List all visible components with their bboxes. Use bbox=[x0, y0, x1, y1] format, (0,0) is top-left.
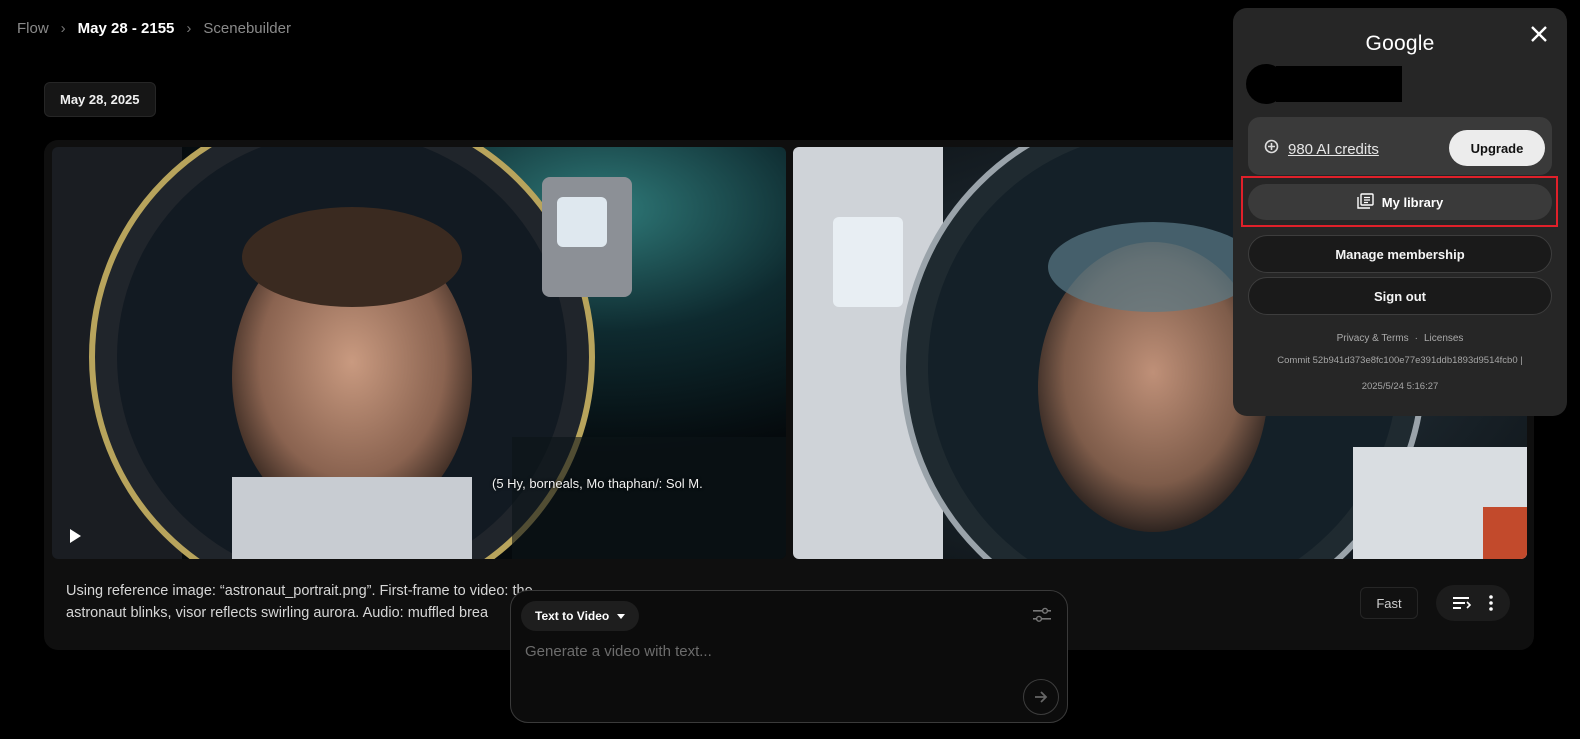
play-icon[interactable] bbox=[70, 529, 81, 543]
credits-row: 980 AI credits Upgrade bbox=[1248, 117, 1552, 175]
breadcrumb: Flow › May 28 - 2155 › Scenebuilder bbox=[17, 20, 291, 37]
mode-label: Text to Video bbox=[535, 609, 610, 623]
date-chip: May 28, 2025 bbox=[44, 82, 156, 117]
breadcrumb-flow[interactable]: Flow bbox=[17, 20, 49, 37]
credits-icon bbox=[1264, 139, 1279, 159]
more-vert-icon[interactable] bbox=[1488, 595, 1494, 611]
chevron-right-icon: › bbox=[186, 20, 192, 37]
account-avatar-redacted bbox=[1246, 64, 1402, 104]
tune-icon[interactable] bbox=[1033, 607, 1051, 628]
commit-hash: Commit 52b941d373e8fc100e77e391ddb1893d9… bbox=[1277, 355, 1523, 366]
chevron-right-icon: › bbox=[60, 20, 66, 37]
separator-dot: · bbox=[1414, 333, 1418, 344]
prompt-composer: Text to Video bbox=[510, 590, 1068, 723]
prompt-text: Using reference image: “astronaut_portra… bbox=[66, 583, 533, 621]
send-button[interactable] bbox=[1023, 679, 1059, 715]
privacy-terms-link[interactable]: Privacy & Terms bbox=[1337, 333, 1409, 344]
highlight-annotation bbox=[1241, 176, 1558, 227]
ai-credits-link[interactable]: 980 AI credits bbox=[1288, 141, 1379, 158]
speed-fast-button[interactable]: Fast bbox=[1360, 587, 1418, 619]
close-icon[interactable] bbox=[1529, 24, 1549, 44]
licenses-link[interactable]: Licenses bbox=[1424, 333, 1463, 344]
sign-out-button[interactable]: Sign out bbox=[1248, 277, 1552, 315]
upgrade-button[interactable]: Upgrade bbox=[1449, 130, 1545, 166]
google-logo: Google bbox=[1365, 32, 1435, 55]
breadcrumb-scenebuilder[interactable]: Scenebuilder bbox=[203, 20, 291, 37]
caret-down-icon bbox=[617, 613, 626, 619]
mode-dropdown[interactable]: Text to Video bbox=[521, 601, 640, 631]
breadcrumb-project[interactable]: May 28 - 2155 bbox=[78, 20, 175, 37]
account-panel: Google 980 AI credits Upgrade My library… bbox=[1233, 8, 1567, 416]
sort-icon[interactable] bbox=[1452, 596, 1471, 610]
prompt-input[interactable] bbox=[525, 643, 1025, 660]
manage-membership-button[interactable]: Manage membership bbox=[1248, 235, 1552, 273]
build-date: 2025/5/24 5:16:27 bbox=[1361, 381, 1439, 392]
video-subtitle: (5 Hy, borneals, Mo thaphan/: Sol M. bbox=[492, 476, 703, 491]
actions-group bbox=[1436, 585, 1510, 621]
footer-links: Privacy & Terms · Licenses bbox=[1233, 333, 1567, 344]
video-thumbnail-1[interactable]: (5 Hy, borneals, Mo thaphan/: Sol M. bbox=[52, 147, 786, 559]
arrow-right-icon bbox=[1035, 691, 1048, 703]
video-frame-1 bbox=[52, 147, 786, 559]
